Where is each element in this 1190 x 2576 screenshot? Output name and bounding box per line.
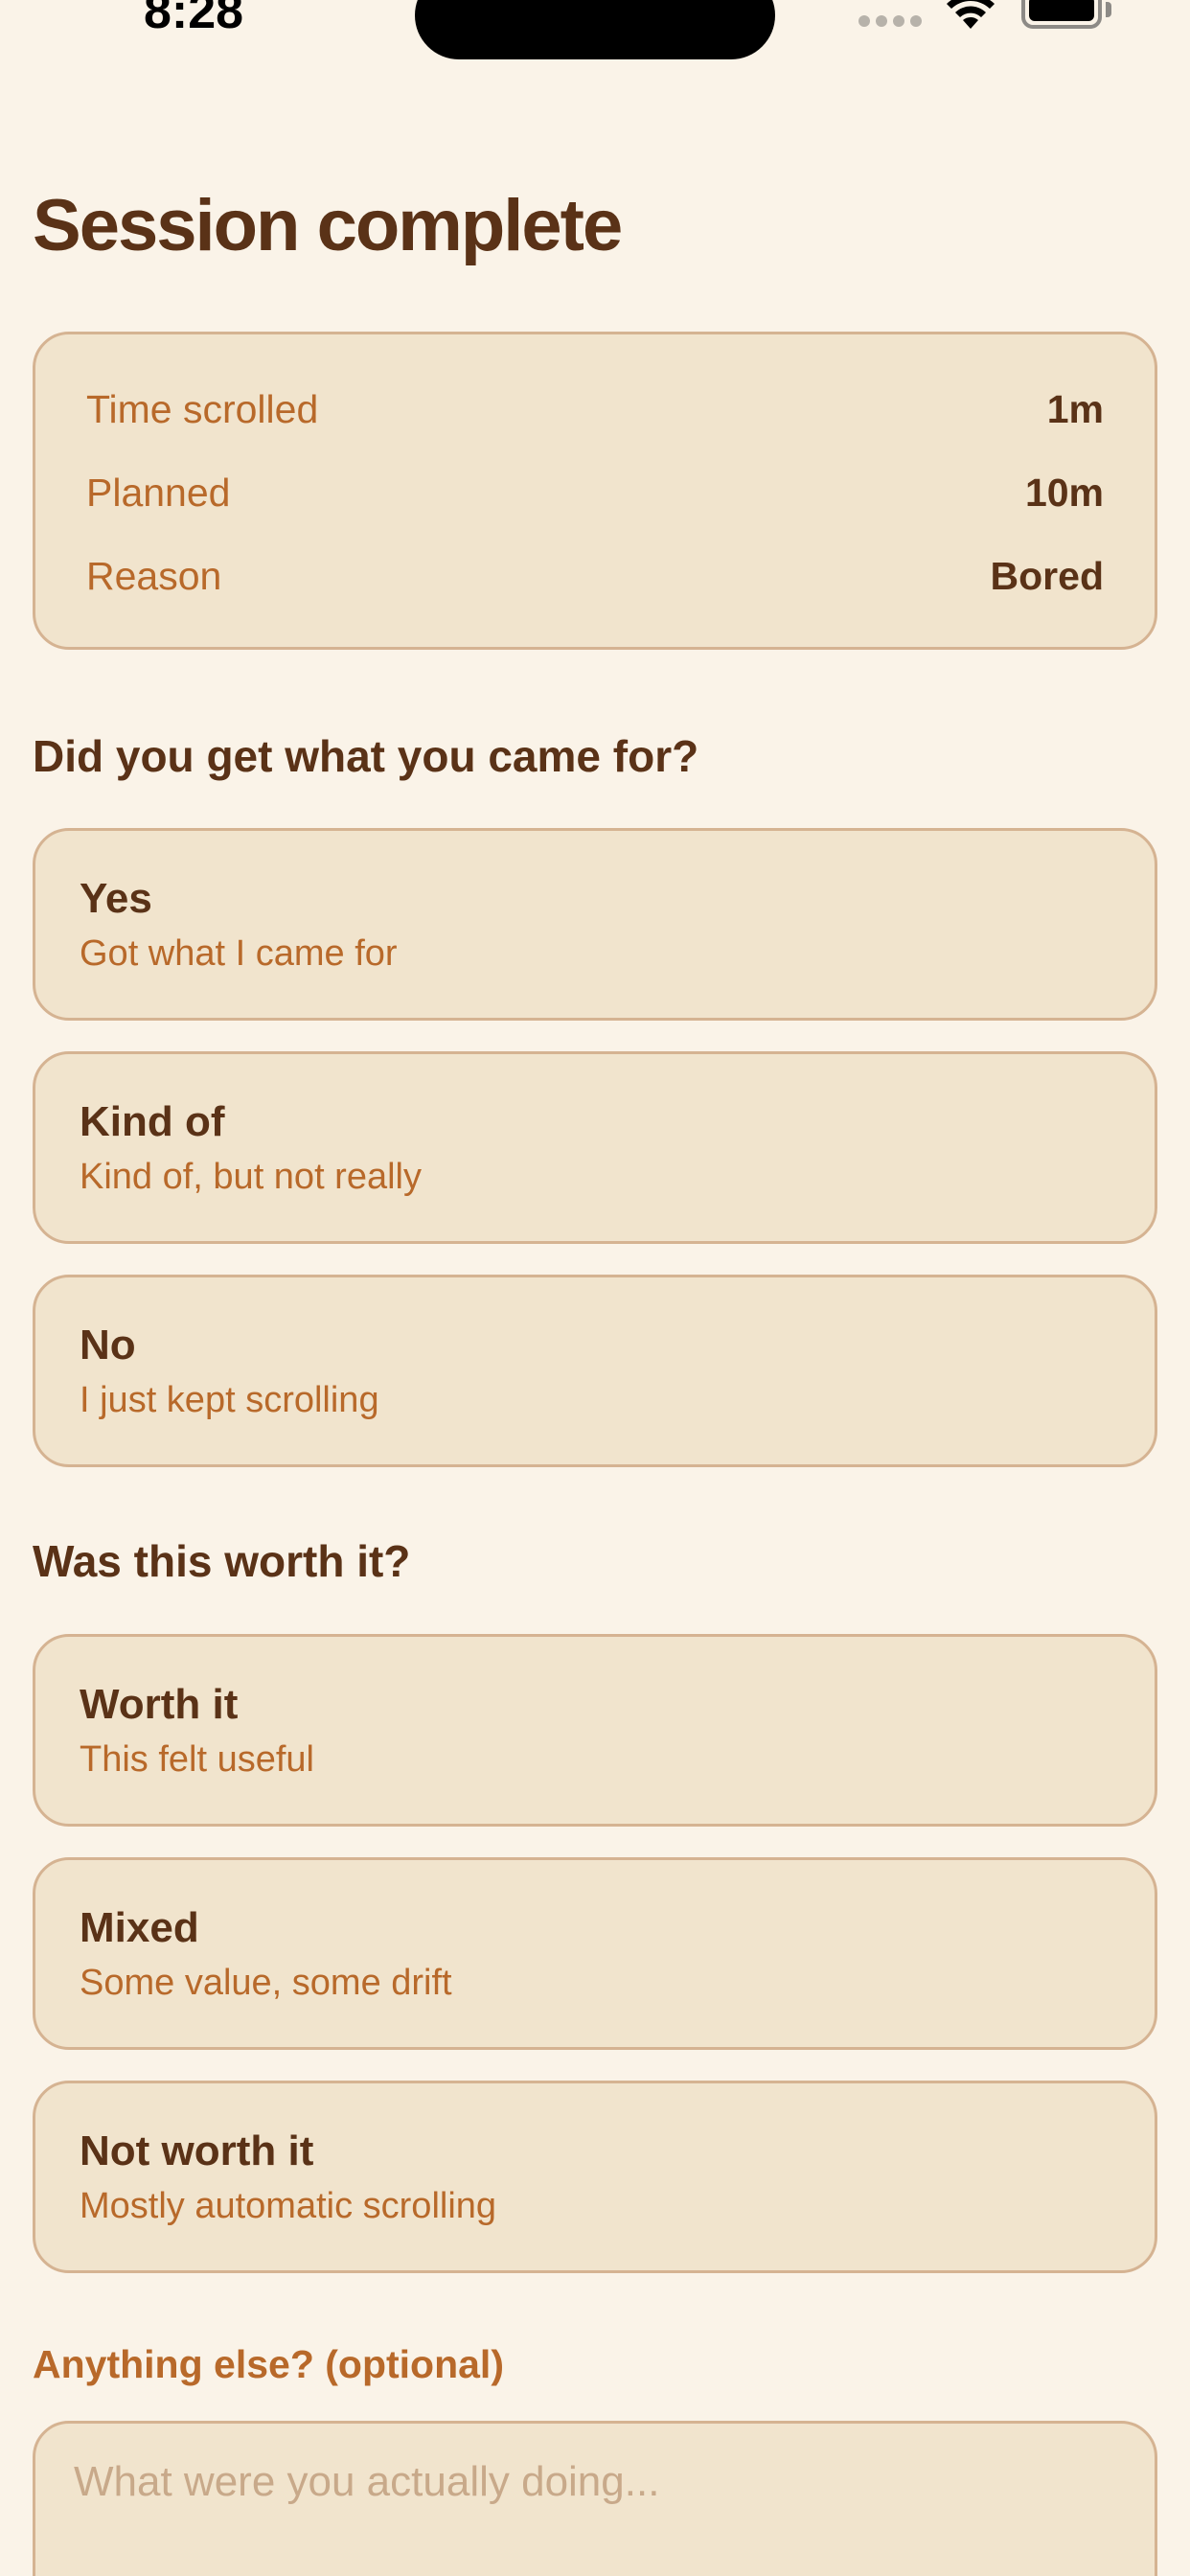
option-subtitle: This felt useful bbox=[80, 1739, 314, 1780]
battery-icon bbox=[1021, 0, 1111, 29]
option-worth-it[interactable]: Worth it This felt useful bbox=[33, 1634, 1157, 1827]
summary-row-time-scrolled: Time scrolled 1m bbox=[86, 380, 1104, 438]
notes-input[interactable] bbox=[33, 2421, 1157, 2576]
session-summary-card: Time scrolled 1m Planned 10m Reason Bore… bbox=[33, 332, 1157, 650]
option-title: No bbox=[80, 1322, 136, 1368]
option-subtitle: Got what I came for bbox=[80, 933, 398, 974]
status-time: 8:28 bbox=[144, 0, 244, 39]
cellular-signal-icon bbox=[858, 15, 922, 27]
question-came-for-heading: Did you get what you came for? bbox=[33, 731, 699, 781]
summary-row-planned: Planned 10m bbox=[86, 464, 1104, 521]
option-subtitle: Some value, some drift bbox=[80, 1963, 452, 2003]
dynamic-island bbox=[415, 0, 775, 59]
screen: 8:28 Session complete Time scrolled 1m P… bbox=[0, 0, 1190, 2576]
option-title: Worth it bbox=[80, 1681, 239, 1728]
option-title: Yes bbox=[80, 875, 152, 922]
summary-row-reason: Reason Bored bbox=[86, 547, 1104, 605]
summary-label: Reason bbox=[86, 553, 222, 598]
summary-value: Bored bbox=[990, 553, 1104, 598]
notes-label: Anything else? (optional) bbox=[33, 2342, 504, 2386]
summary-value: 1m bbox=[1046, 386, 1104, 431]
option-yes[interactable]: Yes Got what I came for bbox=[33, 828, 1157, 1021]
option-subtitle: I just kept scrolling bbox=[80, 1380, 379, 1420]
summary-label: Planned bbox=[86, 470, 231, 515]
summary-value: 10m bbox=[1024, 470, 1104, 515]
option-not-worth-it[interactable]: Not worth it Mostly automatic scrolling bbox=[33, 2081, 1157, 2273]
option-title: Not worth it bbox=[80, 2128, 314, 2174]
option-mixed[interactable]: Mixed Some value, some drift bbox=[33, 1857, 1157, 2050]
option-title: Mixed bbox=[80, 1904, 199, 1951]
wifi-icon bbox=[944, 0, 997, 35]
option-subtitle: Kind of, but not really bbox=[80, 1157, 422, 1197]
option-kind-of[interactable]: Kind of Kind of, but not really bbox=[33, 1051, 1157, 1244]
option-subtitle: Mostly automatic scrolling bbox=[80, 2186, 497, 2226]
page-title: Session complete bbox=[33, 185, 623, 266]
option-title: Kind of bbox=[80, 1098, 225, 1145]
question-worth-it-heading: Was this worth it? bbox=[33, 1536, 411, 1586]
summary-label: Time scrolled bbox=[86, 386, 319, 431]
status-bar: 8:28 bbox=[0, 0, 1190, 67]
option-no[interactable]: No I just kept scrolling bbox=[33, 1275, 1157, 1467]
